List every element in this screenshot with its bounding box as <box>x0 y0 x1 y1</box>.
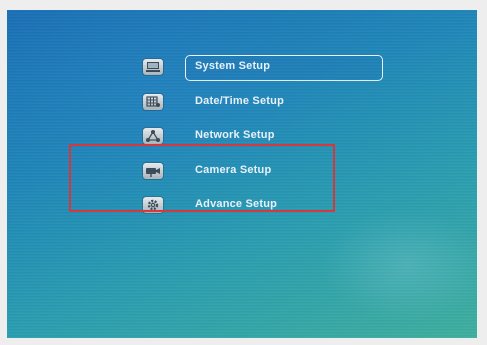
calendar-grid-icon <box>143 94 163 110</box>
menu-label-network-setup: Network Setup <box>195 129 275 141</box>
photo-frame: System Setup Date/Time Setup Network Set… <box>0 0 487 345</box>
menu-item-date-time-setup[interactable]: Date/Time Setup <box>7 90 477 116</box>
monitor-icon <box>143 59 163 75</box>
menu-item-system-setup[interactable]: System Setup <box>7 55 477 81</box>
setup-menu-screen: System Setup Date/Time Setup Network Set… <box>7 10 477 338</box>
network-icon <box>143 128 163 144</box>
menu-label-system-setup: System Setup <box>195 60 271 72</box>
annotation-highlight-box <box>69 144 335 212</box>
menu-label-date-time-setup: Date/Time Setup <box>195 95 284 107</box>
